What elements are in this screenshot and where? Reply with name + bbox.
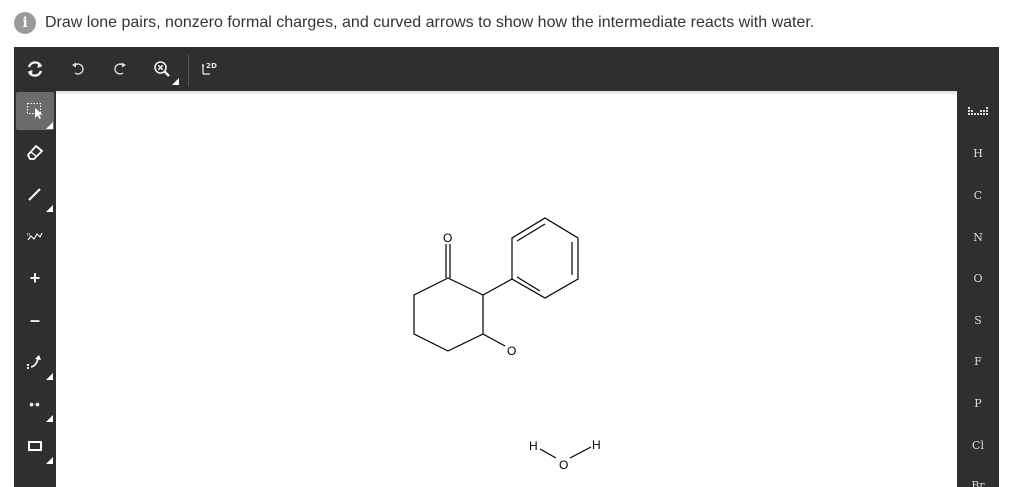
redo-icon: [114, 62, 126, 75]
plus-charge-button[interactable]: +: [16, 259, 54, 297]
minus-charge-button[interactable]: –: [16, 301, 54, 339]
dropdown-corner: [46, 457, 53, 464]
left-toolbar: n + – ••: [14, 91, 56, 487]
dropdown-corner: [172, 78, 179, 85]
zoom-reset-icon: [154, 61, 170, 77]
reset-button[interactable]: [17, 52, 53, 86]
select-tool-icon: [27, 103, 43, 119]
lone-pair-tool-icon: ••: [29, 396, 41, 412]
alkoxide-oxygen-label[interactable]: O: [507, 344, 516, 358]
element-button-p[interactable]: P: [959, 384, 997, 422]
plus-charge-icon: +: [29, 267, 41, 288]
eraser-tool-button[interactable]: [16, 133, 54, 171]
svg-text:n: n: [27, 232, 30, 238]
carbonyl-double-bond: [445, 244, 451, 278]
chain-tool-icon: n: [27, 232, 43, 241]
water-hydrogen-1-label[interactable]: H: [529, 439, 538, 453]
eraser-tool-icon: [27, 145, 43, 160]
element-button-s[interactable]: S: [959, 301, 997, 339]
question-prompt: i Draw lone pairs, nonzero formal charge…: [14, 11, 814, 35]
element-button-n[interactable]: N: [959, 218, 997, 256]
ketone-oxygen-label[interactable]: O: [443, 231, 452, 245]
curved-arrow-tool-button[interactable]: [16, 343, 54, 381]
molecule-drawing: O O H O H: [413, 217, 601, 472]
element-button-h[interactable]: H: [959, 134, 997, 172]
water-hydrogen-2-label[interactable]: H: [592, 438, 601, 452]
curved-arrow-tool-icon: [26, 355, 41, 370]
element-button-c[interactable]: C: [959, 176, 997, 214]
chain-tool-button[interactable]: n: [16, 217, 54, 255]
bond-tool-button[interactable]: [16, 175, 54, 213]
benzene-ring: [511, 217, 579, 299]
undo-icon: [72, 62, 84, 75]
reset-icon: [27, 61, 43, 77]
ring-tool-icon: [28, 441, 42, 451]
top-toolbar: 2D: [14, 47, 999, 91]
dropdown-corner: [46, 122, 53, 129]
undo-button[interactable]: [60, 52, 96, 86]
alkoxide-bond: [482, 333, 506, 347]
molecule-editor: 2D n + – •• O O H O H H C N O S F P Cl B…: [14, 47, 999, 487]
dropdown-corner: [46, 373, 53, 380]
clean-2d-button[interactable]: 2D: [192, 52, 228, 86]
periodic-table-button[interactable]: [959, 93, 997, 131]
dropdown-corner: [46, 205, 53, 212]
element-button-cl[interactable]: Cl: [959, 426, 997, 464]
ring-tool-button[interactable]: [16, 427, 54, 465]
bond-tool-icon: [28, 188, 41, 201]
cyclohexane-ring: [413, 277, 484, 352]
redo-button[interactable]: [102, 52, 138, 86]
bonds: [413, 217, 592, 459]
element-toolbar: H C N O S F P Cl Br: [957, 91, 999, 487]
question-text: Draw lone pairs, nonzero formal charges,…: [45, 14, 815, 31]
clean-2d-label: 2D: [206, 62, 218, 70]
water-oxygen-label[interactable]: O: [559, 458, 568, 472]
element-button-br[interactable]: Br: [959, 466, 997, 487]
benzene-inner-bonds: [516, 223, 573, 292]
phenyl-bond: [482, 278, 513, 296]
minus-charge-icon: –: [29, 309, 40, 330]
dropdown-corner: [46, 415, 53, 422]
info-icon: i: [14, 12, 36, 34]
drawing-canvas[interactable]: O O H O H: [56, 91, 957, 487]
periodic-table-icon: [968, 107, 988, 115]
water-bonds: [539, 446, 592, 459]
toolbar-separator: [188, 54, 189, 86]
select-tool-button[interactable]: [16, 92, 54, 130]
lone-pair-tool-button[interactable]: ••: [16, 385, 54, 423]
zoom-reset-button[interactable]: [144, 52, 180, 86]
element-button-o[interactable]: O: [959, 259, 997, 297]
element-button-f[interactable]: F: [959, 342, 997, 380]
